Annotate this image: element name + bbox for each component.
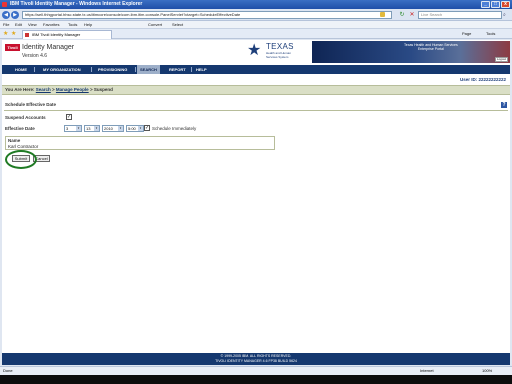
chevron-down-icon: ▾ [138,126,143,131]
tab-row: ★ ★ IBM Tivoli Identity Manager Page Too… [0,29,512,39]
minimize-button[interactable]: _ [481,1,490,8]
year-select[interactable]: 2010 ▾ [102,125,124,132]
chevron-down-icon: ▾ [94,126,99,131]
tab-favicon-icon [25,33,29,37]
help-icon[interactable]: ? [501,102,507,108]
name-value: Karl Contractor [8,144,39,149]
refresh-button[interactable]: ↻ [398,11,406,19]
day-value: 13 [86,126,91,131]
browser-window: IBM Tivoli Identity Manager - Windows In… [0,0,512,384]
stop-button[interactable]: ✕ [408,11,416,19]
status-bar: Done Internet 100% [0,366,512,375]
nav-home[interactable]: HOME [12,65,30,74]
submit-button[interactable]: Submit [12,155,30,162]
breadcrumb-manage-people-link[interactable]: Manage People [56,87,89,92]
select-button[interactable]: Select [172,22,183,28]
chevron-down-icon: ▾ [76,126,81,131]
browser-tab[interactable]: IBM Tivoli Identity Manager [22,30,112,39]
app-name: Identity Manager [22,44,75,51]
portal-banner: Texas Health and Human Services Enterpri… [312,41,510,63]
schedule-immediately-label: Schedule Immediately [152,126,197,131]
url-input[interactable]: https://sell.thhgportal.hhsc.state.tx.us… [22,11,392,19]
address-bar: ◀ ▶ https://sell.thhgportal.hhsc.state.t… [0,9,512,21]
tools-menu[interactable]: Tools [486,31,495,37]
back-button[interactable]: ◀ [2,11,10,19]
texas-subtitle: Health and Human Services System [266,51,292,59]
forward-button[interactable]: ▶ [11,11,19,19]
ie-icon [2,2,7,7]
nav-provisioning[interactable]: PROVISIONING [95,65,130,74]
time-select[interactable]: 5:00 ▾ [126,125,144,132]
security-zone: Internet [420,368,434,373]
breadcrumb: You Are Here: Search > Manage People > S… [2,85,510,95]
nav-help[interactable]: HELP [193,65,210,74]
nav-divider [34,67,35,72]
section-title: Schedule Effective Date [5,102,57,107]
banner-text: Texas Health and Human Services Enterpri… [404,43,458,51]
suspend-accounts-checkbox[interactable]: ✓ [66,114,72,120]
day-select[interactable]: 13 ▾ [84,125,100,132]
nav-divider [135,67,136,72]
logout-button[interactable]: Logout [495,57,508,62]
build-text: TIVOLI IDENTITY MANAGER 4.6 FP38 BUILD 5… [215,359,297,363]
schedule-immediately-checkbox[interactable]: ✓ [144,125,150,131]
page-menu[interactable]: Page [462,31,471,37]
texas-star-icon: ★ [247,42,262,59]
close-button[interactable]: x [501,1,510,8]
main-nav: HOME MY ORGANIZATION PROVISIONING SEARCH… [2,65,510,74]
add-favorite-icon[interactable]: ★ [11,30,16,38]
month-select[interactable]: 3 ▾ [64,125,82,132]
window-title: IBM Tivoli Identity Manager - Windows In… [10,1,143,7]
time-value: 5:00 [128,126,136,131]
effective-date-label: Effective Date [5,126,35,131]
taskbar [0,375,512,384]
chevron-down-icon: ▾ [118,126,123,131]
breadcrumb-search-link[interactable]: Search [36,87,51,92]
texas-hhs-logo: ★ TEXAS Health and Human Services System [247,42,307,62]
name-field: Name Karl Contractor [5,136,275,150]
cancel-button[interactable]: Cancel [33,155,50,162]
suspend-accounts-label: Suspend Accounts [5,115,46,120]
page-footer: © 1999-2005 IBM. ALL RIGHTS RESERVED. TI… [2,353,510,365]
app-version: Version 4.6 [22,53,48,59]
menu-favorites[interactable]: Favorites [43,22,59,28]
month-value: 3 [66,126,69,131]
menu-view[interactable]: View [28,22,37,28]
maximize-button[interactable]: □ [491,1,500,8]
breadcrumb-current: Suspend [93,87,113,92]
year-value: 2010 [104,126,113,131]
nav-divider [91,67,92,72]
zoom-level[interactable]: 100% [482,367,492,375]
user-id: User ID: 22222222222 [459,77,506,82]
favorites-star-icon[interactable]: ★ [3,30,8,38]
menu-tools[interactable]: Tools [68,22,77,28]
name-label: Name [8,138,21,143]
search-input[interactable]: Live Search [418,11,502,19]
nav-divider [191,67,192,72]
nav-report[interactable]: REPORT [166,65,189,74]
tivoli-logo: Tivoli [5,44,20,51]
section-divider [4,110,508,111]
menu-help[interactable]: Help [84,22,92,28]
nav-my-organization[interactable]: MY ORGANIZATION [40,65,84,74]
title-bar: IBM Tivoli Identity Manager - Windows In… [0,0,512,9]
menu-bar: File Edit View Favorites Tools Help Conv… [0,21,512,29]
app-header: Tivoli Identity Manager Version 4.6 ★ TE… [2,40,510,63]
nav-search[interactable]: SEARCH [137,65,160,74]
menu-file[interactable]: File [3,22,9,28]
breadcrumb-prefix: You Are Here: [5,87,36,92]
lock-icon [380,12,385,17]
texas-title: TEXAS [266,42,294,51]
convert-button[interactable]: Convert [148,22,162,28]
page-content: Tivoli Identity Manager Version 4.6 ★ TE… [2,40,510,365]
tab-label: IBM Tivoli Identity Manager [32,32,81,37]
window-controls: _ □ x [481,1,510,8]
search-icon[interactable]: ⌕ [503,12,506,18]
status-text: Done [3,368,13,373]
menu-edit[interactable]: Edit [15,22,22,28]
